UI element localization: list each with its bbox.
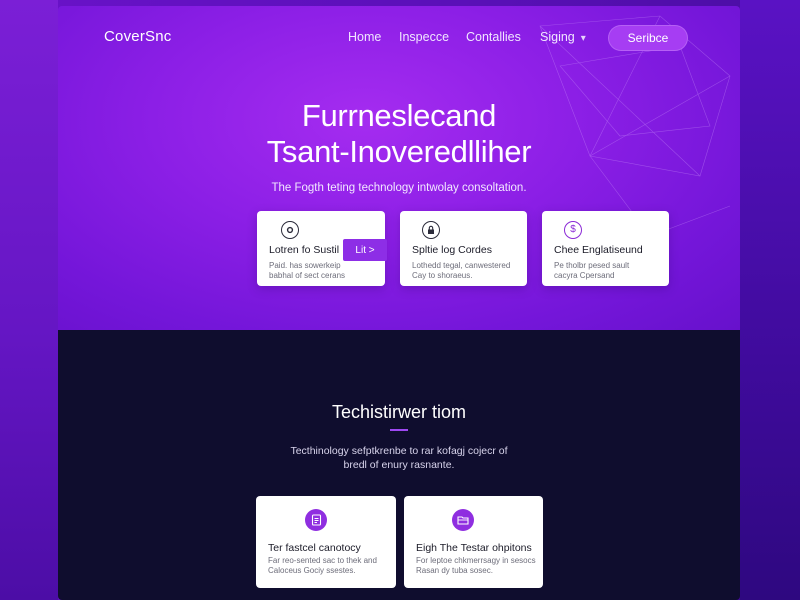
feature-card-1-text-1: Far reo-sented sac to thek and — [268, 556, 377, 565]
feature-card-2[interactable]: Eigh The Testar ohpitons For leptoe chkm… — [404, 496, 543, 588]
service-card-2[interactable]: Spltie log Cordes Lothedd tegal, canwest… — [400, 211, 527, 286]
section-description: Tecthinology sefptkrenbe to rar kofagj c… — [58, 444, 740, 472]
feature-card-1-title: Ter fastcel canotocy — [268, 542, 361, 554]
chevron-down-icon: ▾ — [580, 33, 586, 44]
service-card-1-text-1: Paid. has sowerkeip — [269, 261, 341, 270]
dollar-icon: $ — [564, 221, 582, 239]
service-card-3-text-1: Pe tholbr pesed sault — [554, 261, 630, 270]
folder-icon — [452, 509, 474, 531]
hero-subtitle: The Fogth teting technology intwolay con… — [271, 182, 527, 194]
service-card-1-text-2: babhal of sect cerans — [269, 271, 346, 280]
hero-section: CoverSnc Home Inspecce Contallies Siging… — [58, 6, 740, 330]
feature-card-1[interactable]: Ter fastcel canotocy Far reo-sented sac … — [256, 496, 396, 588]
nav-siging-dropdown[interactable]: Siging ▾ — [540, 30, 586, 44]
feature-card-2-text-1: For leptoe chkmerrsagy in sesocs — [416, 556, 536, 565]
nav-siging-label: Siging — [540, 30, 575, 44]
right-background-panel — [740, 0, 800, 600]
section-divider — [390, 429, 408, 431]
hero-title-line-2: Tsant-Inoveredlliher — [266, 134, 532, 169]
hero-title: Furrneslecand Tsant-Inoveredlliher — [58, 98, 740, 170]
service-card-3[interactable]: $ Chee Englatiseund Pe tholbr pesed saul… — [542, 211, 669, 286]
service-card-2-text-1: Lothedd tegal, canwestered — [412, 261, 511, 270]
gear-icon — [281, 221, 299, 239]
section-description-line-2: bredl of enury rasnante. — [343, 459, 455, 471]
feature-card-2-text-2: Rasan dy tuba sosec. — [416, 566, 493, 575]
feature-card-2-title: Eigh The Testar ohpitons — [416, 542, 532, 554]
top-navigation: CoverSnc Home Inspecce Contallies Siging… — [58, 6, 740, 66]
brand-logo[interactable]: CoverSnc — [104, 28, 171, 45]
service-card-3-title: Chee Englatiseund — [554, 244, 643, 256]
feature-card-1-text-2: Caloceus Gociy ssestes. — [268, 566, 356, 575]
section-description-line-1: Tecthinology sefptkrenbe to rar kofagj c… — [290, 445, 508, 457]
lock-icon — [422, 221, 440, 239]
nav-inspecce[interactable]: Inspecce — [399, 30, 449, 44]
service-card-2-title: Spltie log Cordes — [412, 244, 492, 256]
service-card-3-text-2: cacyra Cpersand — [554, 271, 615, 280]
left-background-panel — [0, 0, 58, 600]
technology-section: Techistirwer tiom Tecthinology sefptkren… — [58, 330, 740, 600]
service-card-2-text-2: Cay to shoraeus. — [412, 271, 473, 280]
nav-home[interactable]: Home — [348, 30, 381, 44]
dollar-glyph: $ — [570, 224, 576, 235]
service-card-1-title: Lotren fo Sustil — [269, 244, 340, 256]
hero-title-line-1: Furrneslecand — [301, 98, 497, 133]
service-card-1-badge[interactable]: Lit > — [343, 239, 387, 261]
header-cta-button[interactable]: Seribce — [608, 25, 688, 51]
nav-contallies[interactable]: Contallies — [466, 30, 521, 44]
section-title: Techistirwer tiom — [331, 402, 467, 422]
service-card-1[interactable]: Lotren fo Sustil Paid. has sowerkeip bab… — [257, 211, 387, 286]
document-icon — [305, 509, 327, 531]
page-frame: CoverSnc Home Inspecce Contallies Siging… — [58, 6, 740, 600]
